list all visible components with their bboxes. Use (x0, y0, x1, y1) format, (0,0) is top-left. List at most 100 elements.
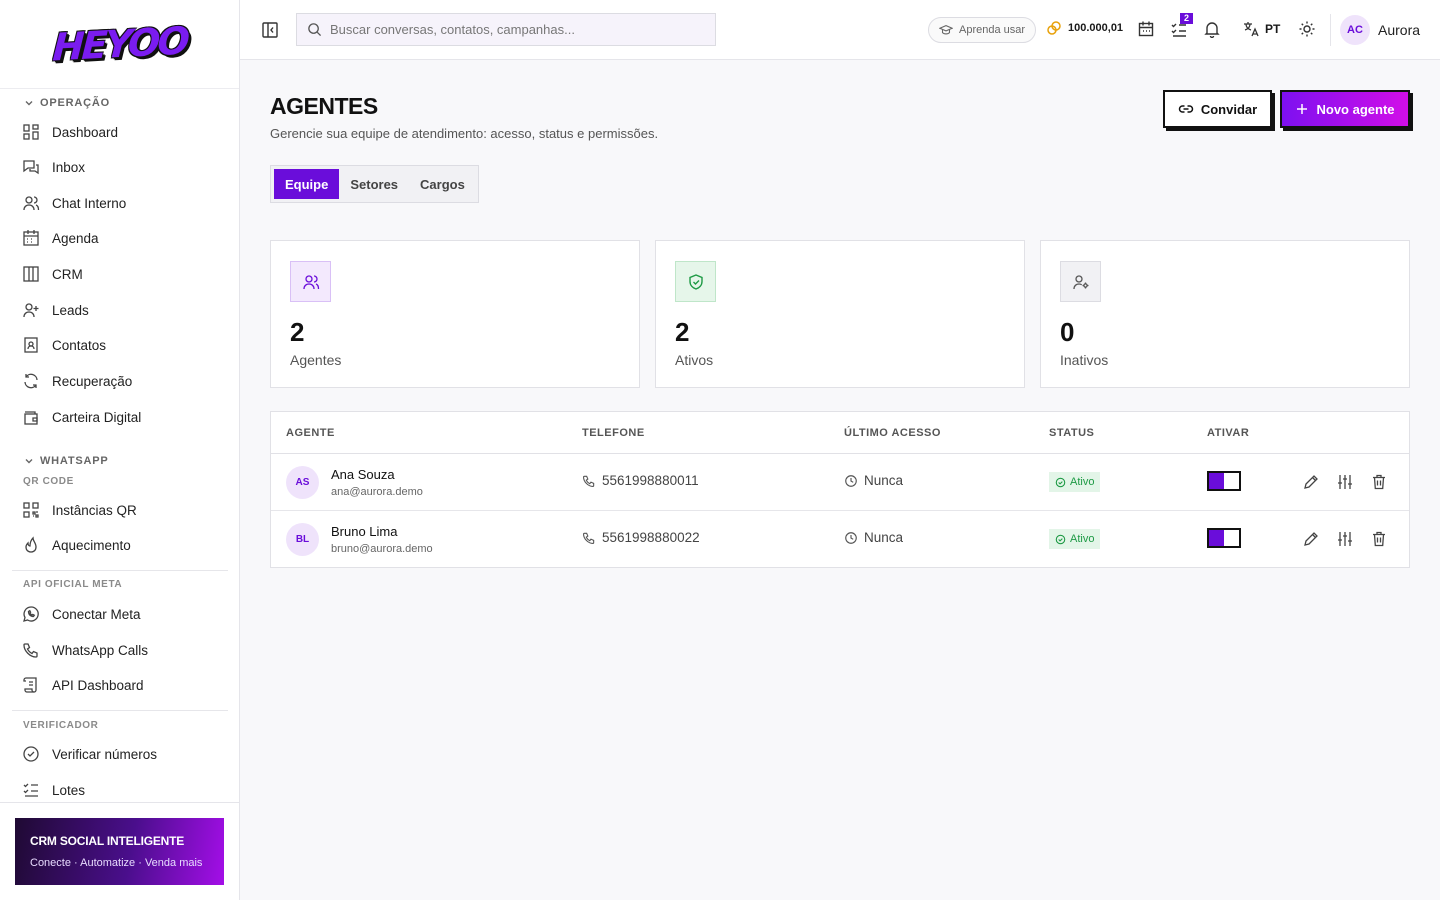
sidebar-collapse-icon[interactable] (261, 21, 279, 39)
activate-toggle[interactable] (1207, 528, 1241, 548)
table-row: AS Ana Souza ana@aurora.demo 55619988800… (271, 454, 1409, 511)
group-header-whatsapp[interactable]: WHATSAPP (24, 455, 109, 467)
sidebar-item-api-dashboard[interactable]: API Dashboard (22, 671, 222, 699)
learn-label: Aprenda usar (959, 24, 1026, 36)
sidebar-item-label: Conectar Meta (52, 606, 141, 622)
calendar-icon[interactable] (1137, 20, 1155, 38)
sidebar-item-label: Leads (52, 302, 89, 318)
new-agent-button[interactable]: Novo agente (1280, 90, 1410, 128)
status-label: Ativo (1070, 476, 1095, 488)
group-subtitle-qr-code: QR CODE (23, 476, 74, 487)
sidebar-item-label: Instâncias QR (52, 502, 137, 518)
tasks-badge: 2 (1180, 13, 1194, 24)
inbox-icon (23, 160, 39, 175)
check-circle-icon (23, 746, 39, 762)
column-header-agente: AGENTE (286, 427, 335, 439)
edit-icon[interactable] (1302, 473, 1320, 491)
agents-table: AGENTE TELEFONE ÚLTIMO ACESSO STATUS ATI… (270, 411, 1410, 568)
last-access-value: Nunca (864, 473, 904, 488)
sidebar-item-verificar-numeros[interactable]: Verificar números (22, 740, 222, 768)
search-icon (308, 23, 322, 37)
stat-value: 2 (290, 317, 305, 347)
sidebar-item-instancias-qr[interactable]: Instâncias QR (22, 496, 222, 524)
invite-button[interactable]: Convidar (1163, 90, 1272, 128)
kanban-icon (23, 266, 39, 282)
agent-phone: 5561998880011 (582, 473, 699, 488)
main-content: AGENTES Gerencie sua equipe de atendimen… (240, 60, 1440, 900)
tab-cargos[interactable]: Cargos (409, 169, 476, 199)
activate-toggle[interactable] (1207, 471, 1241, 491)
sidebar-item-label: Chat Interno (52, 195, 127, 211)
chevron-down-icon (25, 459, 33, 464)
sidebar-item-conectar-meta[interactable]: Conectar Meta (22, 600, 222, 628)
search-input[interactable] (330, 22, 700, 37)
sun-icon[interactable] (1298, 20, 1316, 38)
sidebar-item-contatos[interactable]: Contatos (22, 331, 222, 359)
phone-icon (583, 532, 595, 544)
bell-icon[interactable] (1203, 20, 1221, 38)
sidebar-item-agenda[interactable]: Agenda (22, 224, 222, 252)
sliders-icon[interactable] (1336, 530, 1354, 548)
tab-equipe[interactable]: Equipe (274, 169, 340, 199)
sliders-icon[interactable] (1336, 473, 1354, 491)
sidebar-item-whatsapp-calls[interactable]: WhatsApp Calls (22, 636, 222, 664)
column-header-telefone: TELEFONE (582, 427, 645, 439)
graduation-cap-icon (939, 25, 953, 35)
search-bar[interactable] (296, 13, 716, 46)
logo[interactable]: HEYOO (51, 19, 187, 70)
sidebar-item-inbox[interactable]: Inbox (22, 153, 222, 181)
check-circle-icon (1055, 534, 1066, 544)
agent-last-access: Nunca (844, 473, 903, 488)
stat-icon-box (1060, 261, 1101, 302)
logo-area: HEYOO (0, 0, 239, 89)
clock-icon (845, 474, 857, 487)
credits-display[interactable]: 100.000,01 (1046, 20, 1123, 36)
language-selector[interactable]: PT (1243, 21, 1280, 37)
promo-title: CRM SOCIAL INTELIGENTE (30, 834, 185, 848)
shield-check-icon (688, 273, 703, 290)
sidebar-item-aquecimento[interactable]: Aquecimento (22, 531, 222, 559)
trash-icon[interactable] (1370, 530, 1388, 548)
group-title: WHATSAPP (40, 455, 109, 467)
agent-phone: 5561998880022 (582, 530, 700, 545)
plus-icon (1297, 104, 1308, 114)
sidebar-item-crm[interactable]: CRM (22, 260, 222, 288)
phone-icon (583, 475, 595, 487)
column-header-status: STATUS (1049, 427, 1095, 439)
whatsapp-icon (23, 606, 39, 622)
table-header: AGENTE TELEFONE ÚLTIMO ACESSO STATUS ATI… (271, 412, 1409, 454)
group-header-operacao[interactable]: OPERAÇÃO (24, 97, 110, 109)
learn-button[interactable]: Aprenda usar (928, 17, 1037, 43)
user-plus-icon (23, 303, 39, 318)
trash-icon[interactable] (1370, 473, 1388, 491)
avatar: BL (286, 523, 319, 556)
stat-value: 0 (1060, 317, 1075, 347)
status-badge: Ativo (1049, 529, 1101, 549)
tabs: Equipe Setores Cargos (270, 165, 479, 203)
sidebar-item-label: CRM (52, 266, 83, 282)
stat-label: Agentes (290, 352, 342, 368)
user-name[interactable]: Aurora (1378, 22, 1420, 38)
coins-icon (1047, 21, 1061, 35)
scroll-icon (23, 677, 37, 693)
clock-icon (845, 531, 857, 544)
sidebar-item-leads[interactable]: Leads (22, 296, 222, 324)
wallet-icon (24, 411, 38, 425)
column-header-ativar: ATIVAR (1207, 427, 1250, 439)
agent-email: bruno@aurora.demo (331, 543, 433, 555)
phone-value: 5561998880022 (602, 530, 700, 545)
sidebar-item-carteira-digital[interactable]: Carteira Digital (22, 403, 222, 431)
promo-banner[interactable]: CRM SOCIAL INTELIGENTE Conecte · Automat… (15, 818, 224, 885)
group-header-api-oficial-meta: API OFICIAL META (23, 579, 123, 590)
edit-icon[interactable] (1302, 530, 1320, 548)
sidebar-item-dashboard[interactable]: Dashboard (22, 118, 222, 146)
flame-icon (25, 536, 37, 553)
group-title: OPERAÇÃO (40, 97, 110, 109)
tab-setores[interactable]: Setores (339, 169, 409, 199)
agent-last-access: Nunca (844, 530, 903, 545)
toggle-knob (1209, 530, 1224, 546)
sidebar-item-chat-interno[interactable]: Chat Interno (22, 189, 222, 217)
avatar[interactable]: AC (1340, 15, 1370, 45)
sidebar-item-recuperacao[interactable]: Recuperação (22, 367, 222, 395)
sidebar-item-lotes[interactable]: Lotes (22, 776, 222, 802)
